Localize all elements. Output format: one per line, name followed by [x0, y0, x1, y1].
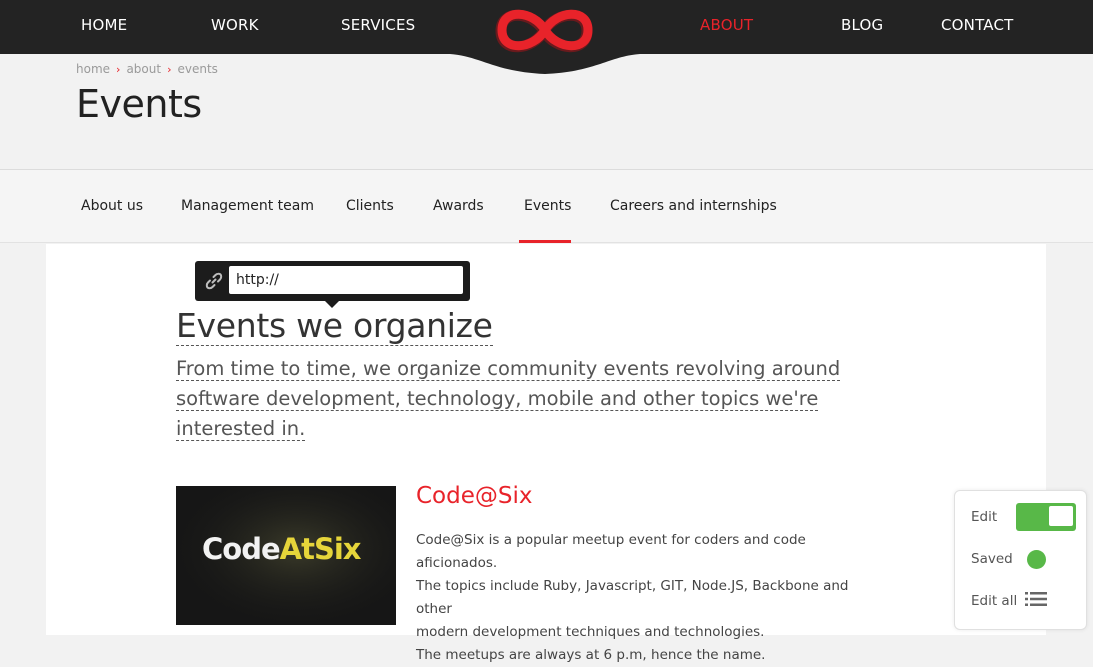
- nav-item-work[interactable]: WORK: [211, 16, 259, 34]
- event-title[interactable]: Code@Six: [416, 483, 532, 509]
- saved-label: Saved: [971, 551, 1013, 567]
- codeatsix-logo-image: CodeAtSix: [176, 486, 396, 625]
- about-subnav: About us Management team Clients Awards …: [0, 170, 1093, 243]
- codeatsix-image[interactable]: CodeAtSix: [176, 486, 396, 625]
- subnav-about-us[interactable]: About us: [81, 198, 143, 214]
- subnav-events[interactable]: Events: [524, 198, 571, 214]
- subnav-careers[interactable]: Careers and internships: [610, 198, 777, 214]
- nav-item-services[interactable]: SERVICES: [341, 16, 415, 34]
- toggle-knob: [1049, 506, 1073, 526]
- subnav-management-team[interactable]: Management team: [181, 198, 314, 214]
- event-line: modern development techniques and techno…: [416, 624, 765, 640]
- breadcrumb: home › about › events: [76, 62, 218, 76]
- event-line: Code@Six is a popular meetup event for c…: [416, 532, 806, 571]
- subnav-clients[interactable]: Clients: [346, 198, 394, 214]
- logo-text-code: Code: [202, 532, 280, 566]
- svg-text:CodeAtSix: CodeAtSix: [202, 532, 362, 566]
- nav-item-about[interactable]: ABOUT: [700, 16, 753, 34]
- description-line: software development, technology, mobile…: [176, 387, 819, 411]
- breadcrumb-separator-icon: ›: [167, 63, 172, 76]
- nav-item-contact[interactable]: CONTACT: [941, 16, 1014, 34]
- description-line: interested in.: [176, 417, 306, 441]
- nav-item-blog[interactable]: BLOG: [841, 16, 883, 34]
- section-description[interactable]: From time to time, we organize community…: [176, 354, 856, 444]
- breadcrumb-current: events: [177, 62, 218, 76]
- edit-toggle[interactable]: [1016, 503, 1076, 531]
- page-title: Events: [76, 82, 202, 126]
- section-heading-text: Events we organize: [176, 306, 493, 346]
- event-description[interactable]: Code@Six is a popular meetup event for c…: [416, 529, 886, 667]
- list-icon[interactable]: [1025, 591, 1047, 607]
- edit-all-label[interactable]: Edit all: [971, 593, 1017, 609]
- description-line: From time to time, we organize community…: [176, 357, 841, 381]
- event-line: The meetups are always at 6 p.m, hence t…: [416, 647, 766, 663]
- site-logo[interactable]: [450, 0, 640, 80]
- breadcrumb-home[interactable]: home: [76, 62, 110, 76]
- active-tab-indicator: [519, 240, 571, 243]
- logo-text-atsix: AtSix: [280, 532, 362, 566]
- saved-status-icon: [1027, 550, 1046, 569]
- edit-label: Edit: [971, 509, 998, 525]
- link-icon: [205, 272, 223, 290]
- breadcrumb-about[interactable]: about: [126, 62, 161, 76]
- url-input[interactable]: [229, 266, 463, 294]
- infinity-logo-icon: [450, 0, 640, 74]
- event-line: The topics include Ruby, Javascript, GIT…: [416, 578, 849, 617]
- subnav-awards[interactable]: Awards: [433, 198, 484, 214]
- edit-panel: Edit Saved Edit all: [954, 490, 1087, 630]
- breadcrumb-separator-icon: ›: [116, 63, 121, 76]
- section-heading[interactable]: Events we organize: [176, 306, 493, 346]
- link-editor-popover: [195, 261, 470, 308]
- nav-item-home[interactable]: HOME: [81, 16, 127, 34]
